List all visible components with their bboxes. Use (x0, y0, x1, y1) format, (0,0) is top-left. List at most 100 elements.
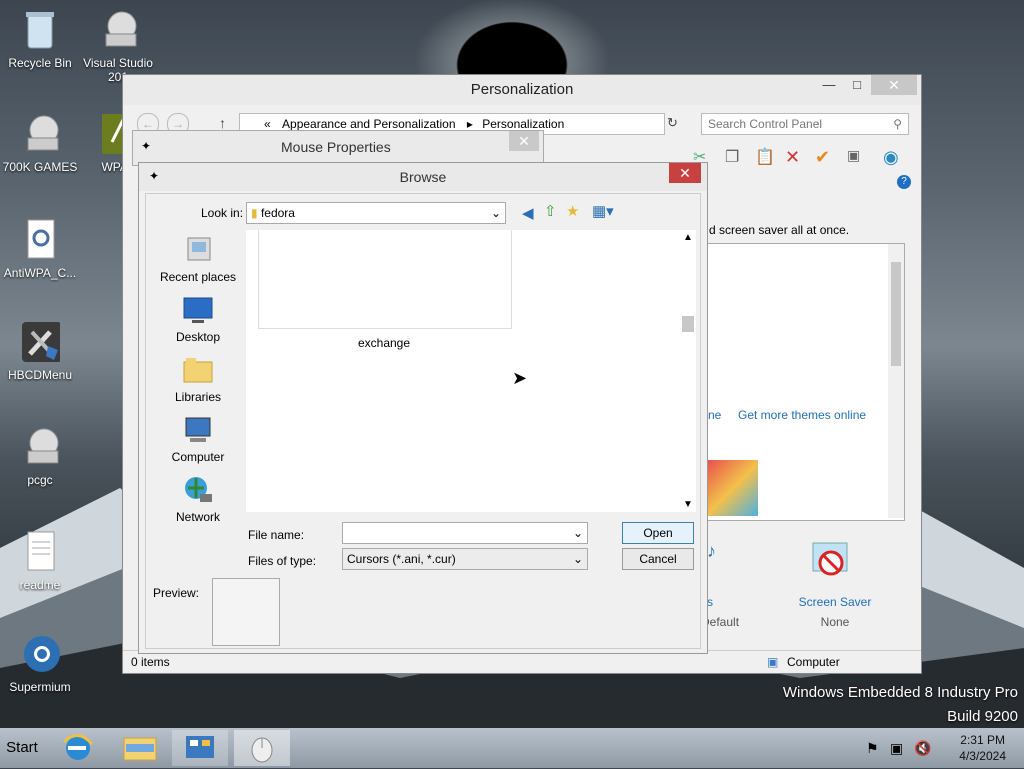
search-input[interactable]: Search Control Panel ⚲ (701, 113, 909, 135)
file-name-input[interactable]: ⌄ (342, 522, 588, 544)
close-button[interactable]: ✕ (871, 75, 917, 95)
screen-saver-icon[interactable] (811, 541, 851, 581)
screen-saver-link[interactable]: Screen Saver (783, 595, 887, 609)
internet-explorer-icon[interactable] (50, 730, 106, 766)
desktop-icon-label: Recycle Bin (8, 56, 72, 70)
file-item-label[interactable]: exchange (258, 336, 510, 350)
breadcrumb-current[interactable]: Personalization (482, 117, 564, 131)
files-type-value: Cursors (*.ani, *.cur) (347, 552, 456, 566)
look-in-dropdown[interactable]: ▮ fedora ⌄ (246, 202, 506, 224)
back-icon[interactable]: ◀ (522, 204, 534, 222)
browse-titlebar[interactable]: ✦ Browse ✕ (139, 163, 707, 191)
desktop-icon-recycle-bin[interactable]: Recycle Bin (0, 8, 80, 70)
desktop-icon-readme[interactable]: readme (0, 530, 80, 592)
network-icon (182, 474, 214, 506)
desktop-icon-700k-games[interactable]: 700K GAMES (0, 112, 80, 174)
themes-list[interactable]: ne Get more themes online (707, 243, 905, 521)
action-center-flag-icon[interactable]: ⚑ (866, 740, 879, 757)
desktop-icon-supermium[interactable]: Supermium (0, 632, 80, 694)
place-desktop[interactable]: Desktop (150, 294, 246, 344)
scroll-down-icon[interactable]: ▼ (683, 499, 693, 510)
browse-body: Look in: ▮ fedora ⌄ ◀ ⇧ ★ ▦▾ Recent plac… (145, 193, 701, 649)
close-button[interactable]: ✕ (669, 163, 701, 183)
network-tray-icon[interactable]: ▣ (890, 740, 903, 757)
look-in-value: fedora (260, 206, 295, 220)
file-explorer-icon[interactable] (112, 730, 168, 766)
places-bar: Recent places Desktop Libraries Computer… (150, 230, 246, 530)
breadcrumb-root[interactable]: « (264, 117, 271, 131)
scrollbar-thumb[interactable] (682, 316, 694, 332)
desktop-icon-visual-studio[interactable]: Visual Studio 201 (78, 8, 158, 84)
disk-drive-icon (98, 8, 138, 52)
place-computer[interactable]: Computer (150, 414, 246, 464)
scrollbar-thumb[interactable] (891, 262, 901, 366)
settings-file-icon (20, 218, 60, 262)
toolbar: ✂ ❐ 📋 ✕ ✔ ▣ ◉ (693, 147, 903, 171)
status-items: 0 items (131, 655, 170, 669)
personalization-titlebar[interactable]: Personalization — □ ✕ (123, 75, 921, 105)
close-button[interactable]: ✕ (509, 131, 539, 151)
desktop-icon-label: 700K GAMES (2, 160, 78, 174)
globe-icon[interactable]: ◉ (883, 147, 899, 168)
start-button[interactable]: Start (0, 728, 44, 768)
cancel-button[interactable]: Cancel (622, 548, 694, 570)
control-panel-icon[interactable] (172, 730, 228, 766)
place-network[interactable]: Network (150, 474, 246, 524)
description-text: d screen saver all at once. (709, 223, 850, 237)
disk-drive-icon (20, 112, 60, 156)
place-recent[interactable]: Recent places (150, 234, 246, 284)
scroll-up-icon[interactable]: ▲ (683, 232, 693, 243)
place-label: Desktop (175, 330, 221, 344)
up-button[interactable]: ↑ (219, 115, 226, 131)
copy-icon[interactable]: ❐ (725, 147, 739, 167)
files-type-label: Files of type: (248, 554, 317, 568)
place-label: Libraries (174, 390, 222, 404)
tools-icon (20, 320, 62, 364)
open-button[interactable]: Open (622, 522, 694, 544)
volume-muted-icon[interactable]: 🔇 (914, 740, 931, 757)
computer-icon (182, 414, 214, 446)
check-icon[interactable]: ✔ (815, 147, 830, 168)
mouse-pointer-icon: ➤ (512, 368, 528, 388)
recent-places-icon (182, 234, 214, 266)
delete-icon[interactable]: ✕ (785, 147, 800, 168)
themes-scrollbar[interactable] (888, 244, 904, 518)
new-folder-icon[interactable]: ★ (566, 202, 579, 220)
desktop-icon-label: pcgc (27, 473, 53, 487)
place-libraries[interactable]: Libraries (150, 354, 246, 404)
look-in-label: Look in: (201, 206, 244, 220)
place-label: Recent places (159, 270, 237, 284)
window-title: Personalization (470, 81, 574, 98)
help-icon[interactable]: ? (897, 175, 911, 189)
maximize-button[interactable]: □ (843, 75, 871, 95)
desktop-icon-pcgc[interactable]: pcgc (0, 425, 80, 487)
breadcrumb-parent[interactable]: Appearance and Personalization (282, 117, 455, 131)
clock[interactable]: 2:31 PM 4/3/2024 (959, 732, 1006, 764)
file-item-thumbnail[interactable] (258, 230, 512, 329)
os-build-text: Build 9200 (947, 708, 1018, 725)
properties-icon[interactable]: ▣ (847, 147, 860, 164)
get-more-themes-link[interactable]: Get more themes online (738, 408, 866, 422)
desktop-icon-hbcdmenu[interactable]: HBCDMenu (0, 320, 80, 382)
desktop-icon-label: HBCDMenu (7, 368, 73, 382)
search-placeholder: Search Control Panel (708, 117, 823, 131)
file-list[interactable]: exchange ▲ ▼ ➤ (246, 230, 696, 512)
desktop-icon-antiwpa[interactable]: AntiWPA_C... (0, 218, 80, 280)
theme-thumbnail[interactable] (708, 460, 758, 516)
folder-icon: ▮ (251, 206, 258, 220)
desktop-icon-label: readme (19, 578, 61, 592)
preview-label: Preview: (153, 586, 200, 600)
paste-icon[interactable]: 📋 (755, 147, 775, 167)
file-list-scrollbar[interactable]: ▲ ▼ (680, 230, 696, 512)
sounds-icon[interactable]: ♪ (707, 541, 716, 562)
disk-drive-icon (20, 425, 60, 469)
up-folder-icon[interactable]: ⇧ (544, 202, 557, 220)
themes-link-partial[interactable]: ne (708, 408, 721, 422)
dialog-title: Browse (399, 169, 447, 185)
mouse-properties-taskbar-icon[interactable] (234, 730, 290, 766)
place-label: Network (175, 510, 220, 524)
files-type-dropdown[interactable]: Cursors (*.ani, *.cur) ⌄ (342, 548, 588, 570)
minimize-button[interactable]: — (815, 75, 843, 95)
refresh-icon[interactable]: ↻ (667, 115, 678, 131)
view-menu-icon[interactable]: ▦▾ (592, 202, 614, 220)
